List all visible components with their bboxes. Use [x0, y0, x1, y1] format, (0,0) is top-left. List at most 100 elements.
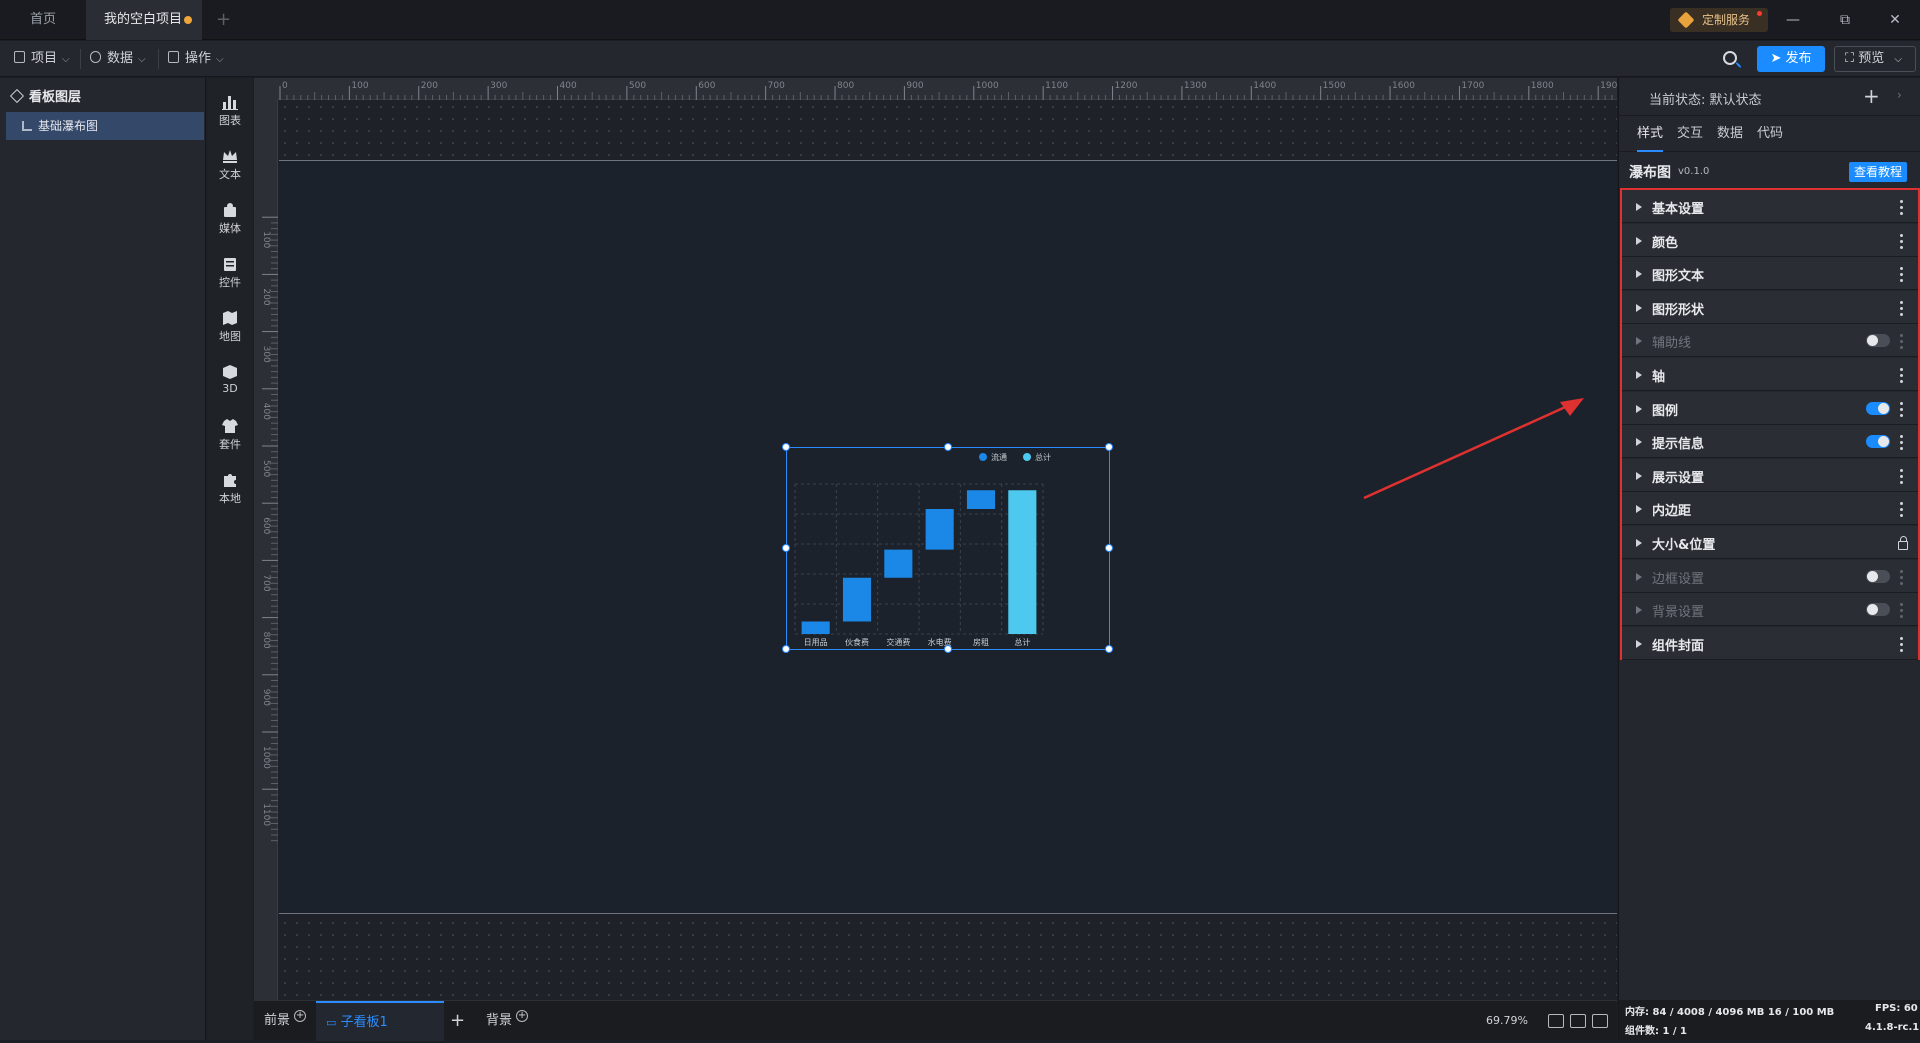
- restore-icon[interactable]: ⧉: [1822, 0, 1868, 40]
- chart-legend-label: 总计: [1035, 452, 1051, 462]
- tutorial-button[interactable]: 查看教程: [1849, 162, 1907, 182]
- more-options-icon[interactable]: [1900, 368, 1904, 386]
- more-options-icon[interactable]: [1900, 233, 1904, 252]
- section-7[interactable]: 提示信息: [1622, 425, 1918, 459]
- more-options-icon[interactable]: [1900, 468, 1904, 487]
- caret-right-icon: [1636, 505, 1642, 514]
- section-toggle[interactable]: [1866, 569, 1890, 583]
- section-6[interactable]: 图例: [1622, 391, 1918, 425]
- current-state-label[interactable]: 当前状态: 默认状态: [1649, 89, 1762, 108]
- more-options-icon[interactable]: [1900, 603, 1904, 621]
- menu-operation[interactable]: 操作 ⌵: [168, 41, 224, 77]
- section-toggle[interactable]: [1866, 435, 1890, 449]
- tool-local[interactable]: 本地: [207, 464, 253, 518]
- tool-3d[interactable]: 3D: [207, 356, 253, 410]
- section-5[interactable]: 轴: [1622, 358, 1918, 391]
- fit-screen-icon[interactable]: [1548, 1014, 1564, 1028]
- more-options-icon[interactable]: [1900, 569, 1904, 588]
- section-toggle[interactable]: [1866, 334, 1890, 348]
- resize-handle-bottom-left[interactable]: [782, 645, 790, 653]
- layer-item[interactable]: 基础瀑布图: [6, 112, 204, 140]
- tab-code[interactable]: 代码: [1757, 116, 1783, 152]
- lock-icon[interactable]: [1898, 536, 1908, 550]
- sub-board-tab[interactable]: ▭ 子看板1: [316, 1001, 444, 1041]
- section-12[interactable]: 背景设置: [1622, 593, 1918, 627]
- section-toggle[interactable]: [1866, 401, 1890, 415]
- section-2[interactable]: 图形文本: [1622, 257, 1918, 291]
- add-board-icon[interactable]: +: [450, 1001, 465, 1041]
- layer-item-label: 基础瀑布图: [38, 119, 99, 133]
- section-toggle[interactable]: [1866, 603, 1890, 617]
- publish-button[interactable]: ➤ 发布: [1757, 46, 1825, 72]
- more-options-icon[interactable]: [1900, 300, 1904, 319]
- tool-text[interactable]: 文本: [207, 140, 253, 194]
- tool-widget-label: 控件: [219, 276, 241, 289]
- zoom-level[interactable]: 69.79%: [1486, 1001, 1528, 1041]
- section-label: 大小&位置: [1652, 538, 1716, 553]
- more-options-icon[interactable]: [1900, 636, 1904, 655]
- section-8[interactable]: 展示设置: [1622, 458, 1918, 492]
- resize-handle-top[interactable]: [944, 443, 952, 451]
- chart-bar: [966, 490, 996, 509]
- waterfall-chart-widget[interactable]: 日用品 伙食费 交通费 水电费 房租 总计 流通 总计: [782, 443, 1113, 653]
- menu-data[interactable]: 数据 ⌵: [90, 41, 146, 77]
- tool-kit-label: 套件: [219, 438, 241, 451]
- resize-handle-top-right[interactable]: [1105, 443, 1113, 451]
- more-options-icon[interactable]: [1900, 502, 1904, 520]
- more-options-icon[interactable]: [1900, 435, 1904, 453]
- section-3[interactable]: 图形形状: [1622, 290, 1918, 324]
- more-options-icon[interactable]: [1900, 401, 1904, 420]
- preview-button[interactable]: ⛶ 预览 ⌵: [1834, 46, 1916, 72]
- add-state-icon[interactable]: +: [1863, 84, 1880, 108]
- resize-handle-right[interactable]: [1105, 544, 1113, 552]
- caret-right-icon: [1636, 303, 1642, 312]
- section-label: 展示设置: [1652, 470, 1705, 486]
- tab-home[interactable]: 首页: [0, 0, 86, 40]
- layers-icon: [9, 88, 25, 104]
- more-options-icon[interactable]: [1900, 334, 1904, 352]
- ruler-top-label: 1000: [976, 81, 999, 91]
- more-options-icon[interactable]: [1900, 200, 1904, 218]
- section-0[interactable]: 基本设置: [1622, 190, 1918, 223]
- ruler-top-label: 700: [768, 81, 785, 91]
- tab-project[interactable]: 我的空白项目: [86, 0, 202, 40]
- tool-media[interactable]: 媒体: [207, 194, 253, 248]
- menu-project[interactable]: 项目 ⌵: [14, 41, 70, 77]
- resize-handle-bottom-right[interactable]: [1105, 645, 1113, 653]
- section-13[interactable]: 组件封面: [1622, 626, 1918, 660]
- custom-service-button[interactable]: 定制服务: [1670, 8, 1768, 32]
- more-options-icon[interactable]: [1900, 267, 1904, 285]
- chart-bar: [801, 621, 830, 634]
- terminal-icon[interactable]: [1592, 1014, 1608, 1028]
- foreground-tab[interactable]: 前景 +: [264, 1001, 307, 1041]
- tab-interaction[interactable]: 交互: [1677, 116, 1703, 152]
- section-10[interactable]: 大小&位置: [1622, 526, 1918, 559]
- add-foreground-icon[interactable]: +: [294, 1010, 307, 1022]
- section-4[interactable]: 辅助线: [1622, 324, 1918, 358]
- add-background-icon[interactable]: +: [516, 1010, 529, 1022]
- tool-kit[interactable]: 套件: [207, 410, 253, 464]
- tab-style[interactable]: 样式: [1637, 116, 1664, 152]
- search-icon[interactable]: [1720, 48, 1744, 72]
- tool-3d-label: 3D: [222, 382, 238, 395]
- close-icon[interactable]: ✕: [1872, 0, 1918, 40]
- chevron-down-icon: ⌵: [216, 54, 224, 65]
- tool-chart[interactable]: 图表: [207, 86, 253, 140]
- section-1[interactable]: 颜色: [1622, 223, 1918, 257]
- layers-title: 看板图层: [9, 86, 81, 105]
- keyboard-icon[interactable]: [1570, 1014, 1586, 1028]
- resize-handle-top-left[interactable]: [782, 443, 790, 451]
- chevron-right-icon[interactable]: ›: [1897, 88, 1902, 102]
- resize-handle-bottom[interactable]: [944, 645, 952, 653]
- add-tab-icon[interactable]: +: [208, 0, 239, 40]
- section-9[interactable]: 内边距: [1622, 492, 1918, 526]
- grid-icon: [168, 51, 179, 63]
- tool-widget[interactable]: 控件: [207, 248, 253, 302]
- minimize-icon[interactable]: —: [1770, 0, 1816, 40]
- resize-handle-left[interactable]: [782, 544, 790, 552]
- background-tab[interactable]: 背景 +: [486, 1001, 529, 1041]
- chart-x-tick-label: 房租: [973, 637, 989, 647]
- section-11[interactable]: 边框设置: [1622, 559, 1918, 593]
- tab-data[interactable]: 数据: [1717, 116, 1743, 152]
- tool-map[interactable]: 地图: [207, 302, 253, 356]
